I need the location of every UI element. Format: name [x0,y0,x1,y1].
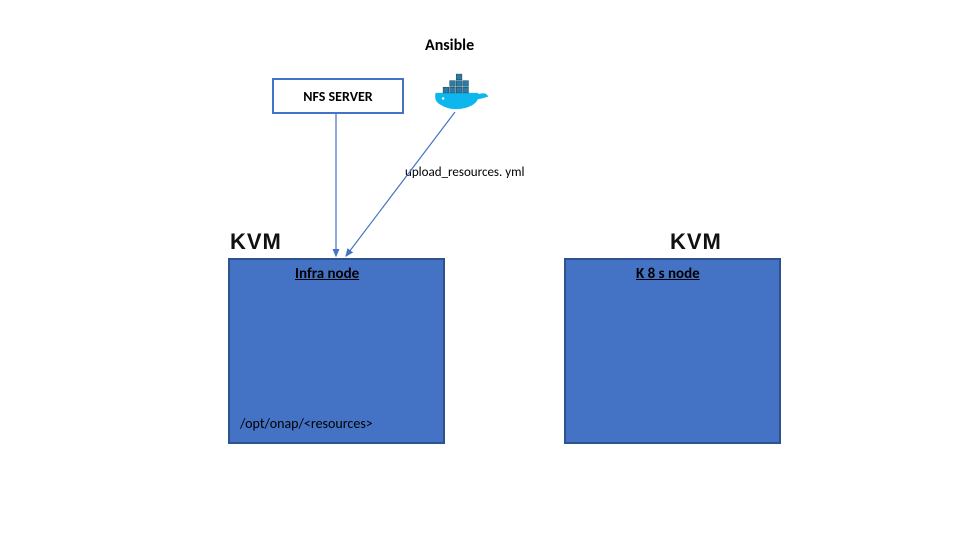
k8s-node-box [564,258,781,444]
k8s-node-title: K 8 s node [636,265,700,283]
upload-resources-label: upload_resources. yml [405,165,525,180]
diagram-title: Ansible [425,36,474,55]
kvm-right-label: KVM [670,229,722,255]
docker-icon [430,68,490,114]
infra-node-path: /opt/onap/<resources> [240,415,373,432]
nfs-server-label: NFS SERVER [303,88,372,105]
infra-node-title: Infra node [295,265,359,283]
kvm-left-label: KVM [230,229,282,255]
nfs-server-box: NFS SERVER [272,78,404,114]
arrow-docker-to-infra [346,112,455,256]
